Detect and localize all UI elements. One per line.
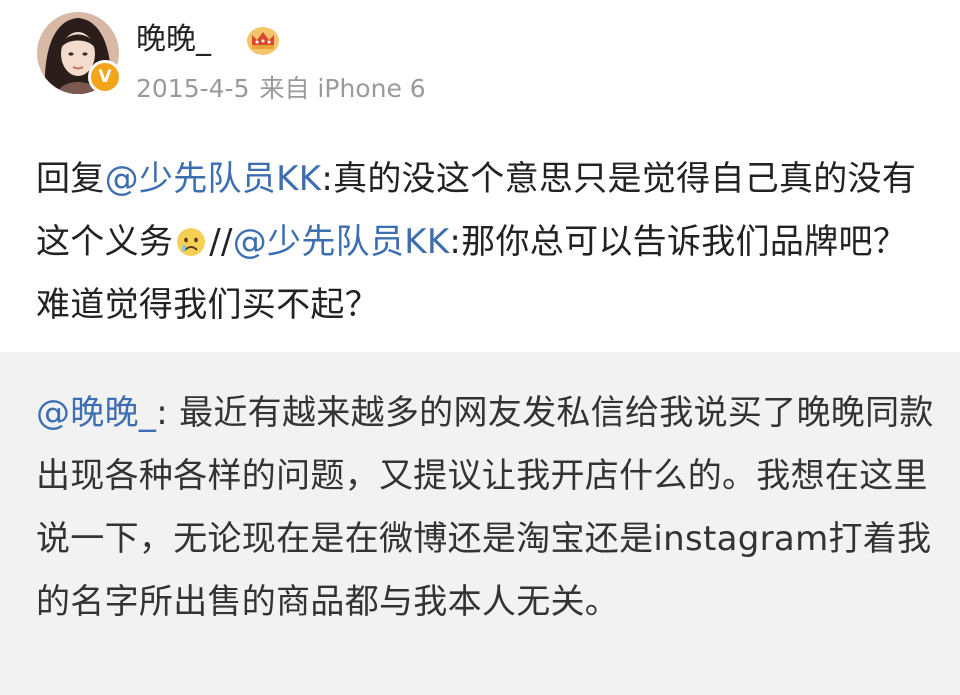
mention-link[interactable]: @少先队员KK <box>105 159 322 199</box>
mention-link[interactable]: @少先队员KK <box>233 222 450 262</box>
verified-badge: V <box>88 60 122 94</box>
repost-separator: // <box>209 222 233 262</box>
post-source[interactable]: 来自 iPhone 6 <box>259 74 425 103</box>
post-header: V 晚晚_ 2015-4-5 来自 iPhone 6 <box>0 0 960 130</box>
crown-icon[interactable] <box>245 23 281 57</box>
reply-prefix: 回复 <box>36 159 105 199</box>
repost-box[interactable]: @晚晚_: 最近有越来越多的网友发私信给我说买了晚晚同款出现各种各样的问题，又提… <box>0 352 960 695</box>
sad-face-icon <box>177 228 206 256</box>
repost-text: @晚晚_: 最近有越来越多的网友发私信给我说买了晚晚同款出现各种各样的问题，又提… <box>36 382 936 634</box>
post-meta: 2015-4-5 来自 iPhone 6 <box>136 72 426 106</box>
username[interactable]: 晚晚_ <box>136 20 211 60</box>
repost-content: : 最近有越来越多的网友发私信给我说买了晚晚同款出现各种各样的问题，又提议让我开… <box>36 393 934 622</box>
post-text: 回复@少先队员KK:真的没这个意思只是觉得自己真的没有这个义务 //@少先队员K… <box>36 148 941 337</box>
post-date: 2015-4-5 <box>136 74 250 103</box>
repost-author-link[interactable]: @晚晚_ <box>36 393 156 433</box>
